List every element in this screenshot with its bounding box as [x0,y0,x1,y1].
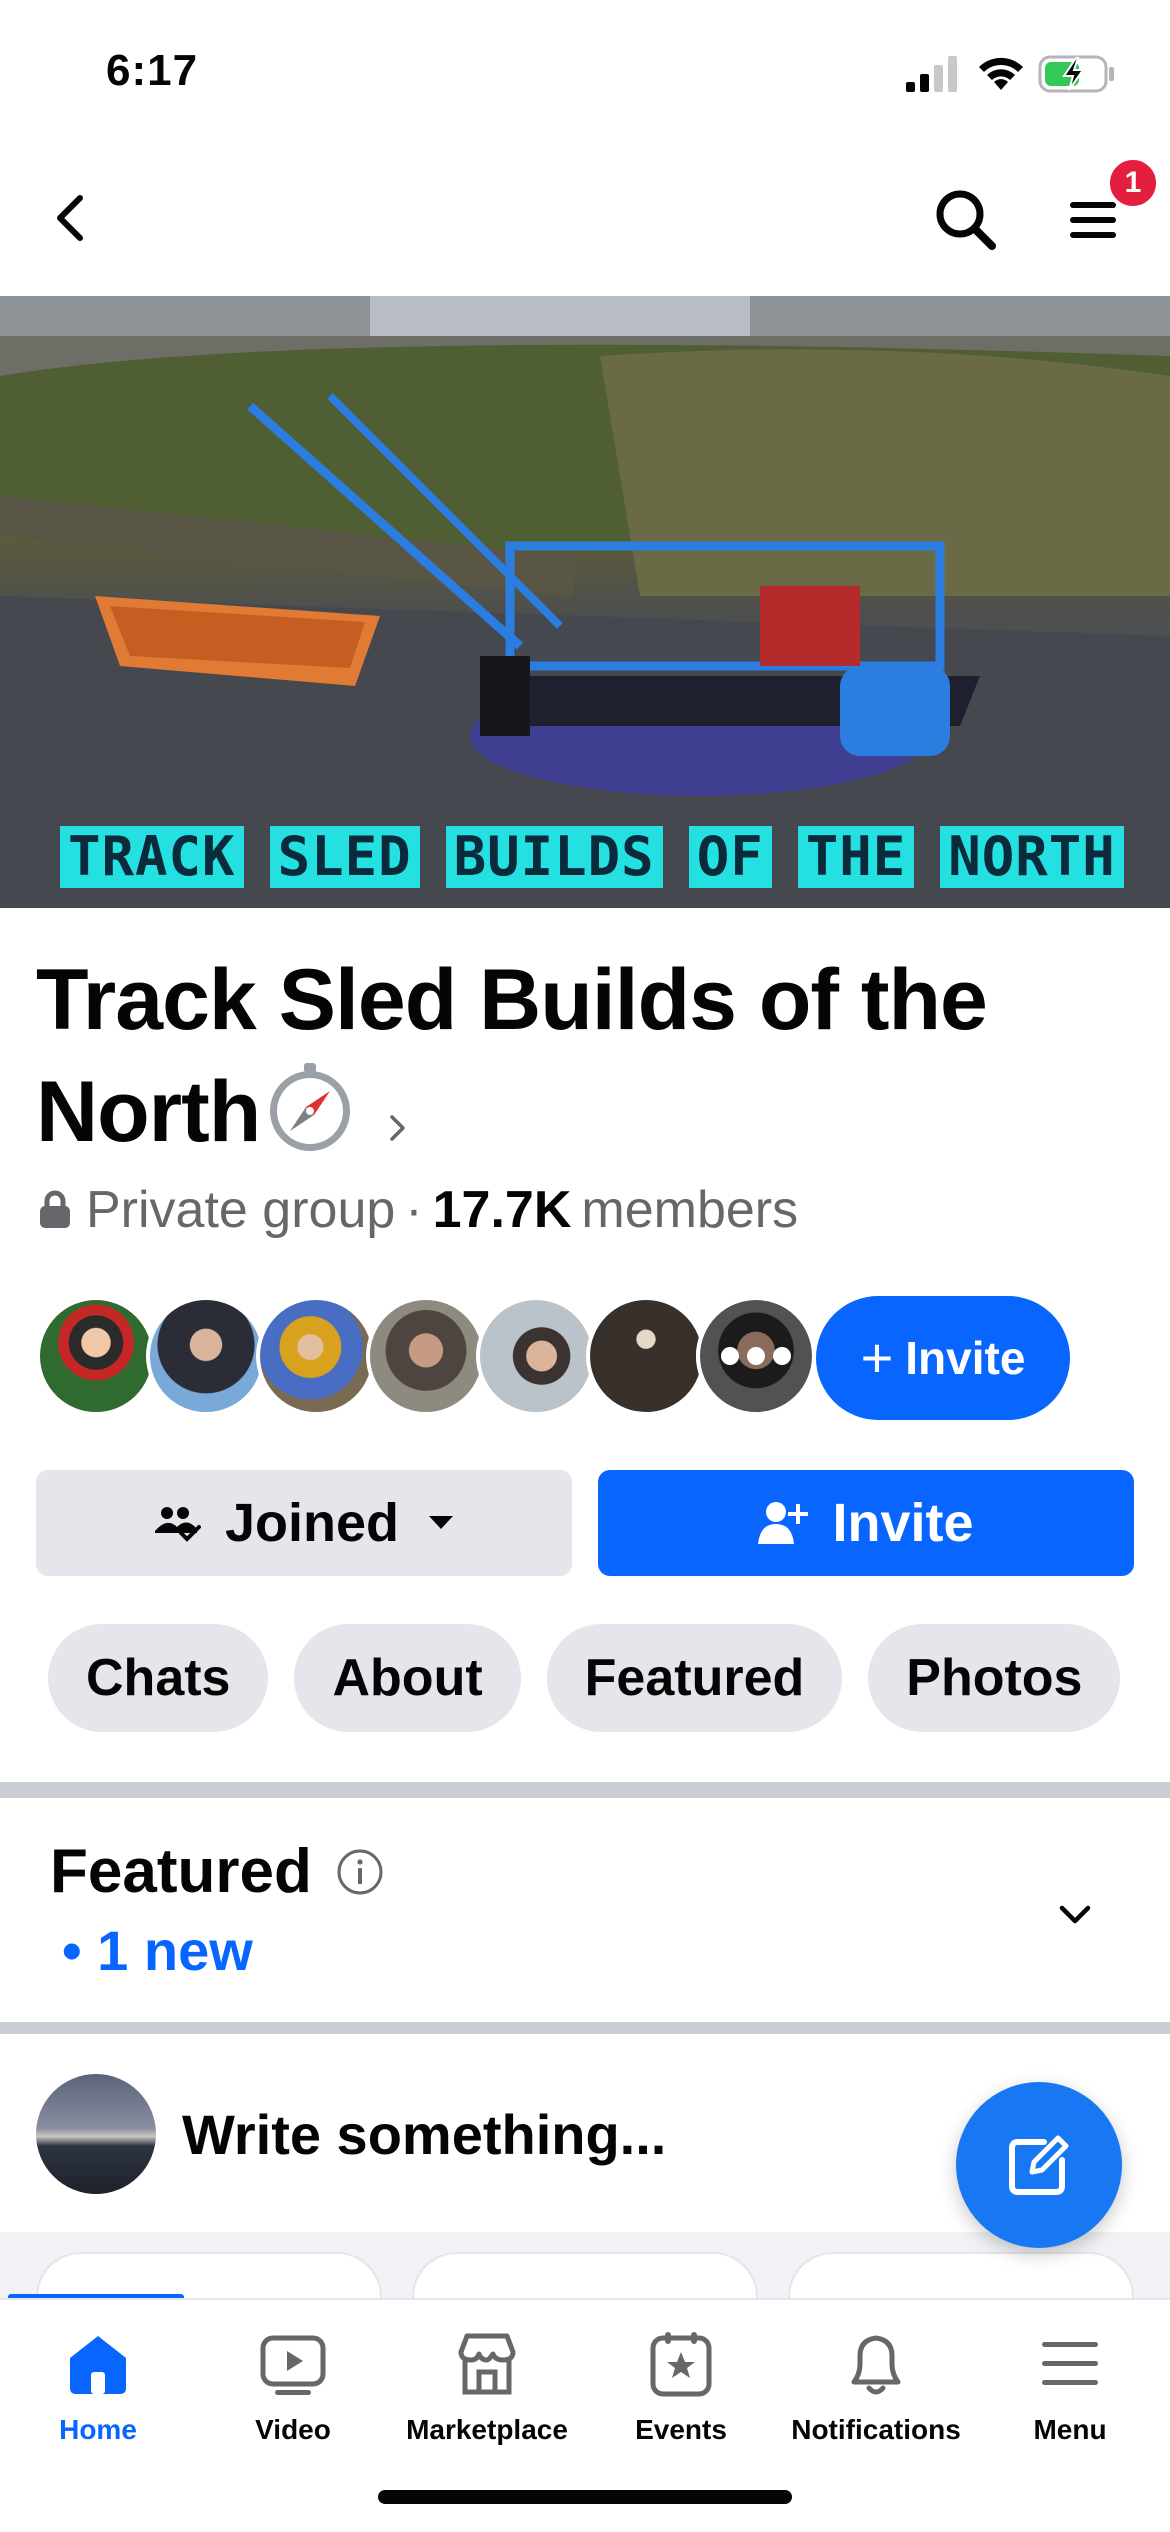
section-divider [0,1782,1170,1798]
add-person-icon [758,1502,809,1544]
cover-caption-word: TRACK [60,826,244,888]
invite-button[interactable]: Invite [598,1470,1134,1576]
plus-icon: + [860,1326,894,1389]
group-cover-photo[interactable]: TRACK SLED BUILDS OF THE NORTH [0,296,1170,908]
cover-scene-image [0,296,1170,908]
quick-action-pill[interactable] [36,2252,382,2298]
chevron-down-icon[interactable] [1054,1894,1096,1936]
bottom-tab-label: Marketplace [406,2414,568,2445]
cover-caption-word: THE [797,826,915,888]
member-count[interactable]: 17.7K [433,1180,572,1240]
group-tabs-scroller: Chats About Featured Photos [0,1610,1170,1750]
compose-post-button[interactable] [956,2082,1122,2248]
featured-title: Featured [50,1837,312,1906]
composer-input[interactable]: Write something... [182,2102,666,2167]
tab-about[interactable]: About [294,1624,521,1732]
member-avatar[interactable] [256,1296,376,1416]
home-icon [70,2336,126,2394]
battery-charging-icon [1038,55,1114,93]
member-avatar[interactable] [366,1296,486,1416]
edit-icon [1009,2135,1069,2195]
back-icon[interactable] [40,186,104,250]
status-time: 6:17 [106,46,199,95]
member-avatar[interactable] [36,1296,156,1416]
bottom-tab-label: Home [59,2414,137,2445]
tab-photos[interactable]: Photos [868,1624,1121,1732]
menu-icon [1042,2342,1098,2385]
composer-quick-actions [0,2232,1170,2298]
member-avatar[interactable] [586,1296,706,1416]
cover-caption: TRACK SLED BUILDS OF THE NORTH [60,826,1124,888]
status-bar: 6:17 [0,0,1170,150]
home-indicator[interactable] [378,2490,792,2504]
people-check-icon [154,1507,201,1542]
members-label[interactable]: members [581,1180,798,1240]
menu-notification-badge: 1 [1106,156,1160,210]
invite-members-pill-button[interactable]: + Invite [816,1296,1070,1420]
quick-action-pill[interactable] [412,2252,758,2298]
group-title-text: Track Sled Builds of the North [36,952,988,1160]
video-icon [260,2335,326,2395]
bottom-tab-menu[interactable]: Menu [972,2328,1168,2446]
bottom-tab-video[interactable]: Video [195,2328,391,2446]
group-title[interactable]: Track Sled Builds of the North [36,944,1146,1168]
member-avatar[interactable] [146,1296,266,1416]
section-divider [0,2022,1170,2034]
bottom-tab-home[interactable]: Home [0,2328,196,2446]
events-icon [650,2332,712,2397]
bottom-tab-label: Events [635,2414,727,2445]
more-members-icon[interactable] [696,1296,816,1416]
search-icon[interactable] [930,184,1000,254]
top-nav-bar [0,150,1170,296]
bottom-tab-label: Video [255,2414,331,2445]
invite-pill-label: Invite [905,1332,1026,1384]
group-tabs: Chats About Featured Photos [48,1624,1121,1732]
tab-featured[interactable]: Featured [546,1624,843,1732]
chevron-right-icon[interactable] [382,1113,412,1143]
group-privacy: Private group [86,1181,396,1239]
bottom-tab-label: Notifications [791,2414,961,2445]
group-meta: Private group · 17.7K members [38,1180,798,1240]
compass-icon [270,1063,351,1151]
info-icon[interactable] [336,1848,384,1896]
signal-icon [906,56,957,92]
cover-caption-word: OF [688,826,772,888]
marketplace-icon [458,2333,516,2395]
bottom-tab-events[interactable]: Events [583,2328,779,2446]
composer-avatar[interactable] [36,2074,156,2194]
meta-separator: · [405,1181,423,1239]
tab-chats[interactable]: Chats [48,1624,269,1732]
bell-icon [851,2335,901,2395]
joined-button[interactable]: Joined [36,1470,572,1576]
featured-new-count: • 1 new [62,1919,253,1982]
cover-caption-word: NORTH [940,826,1124,888]
joined-label: Joined [224,1493,400,1553]
lock-icon [40,1190,70,1228]
cover-caption-word: BUILDS [445,826,663,888]
quick-action-pill[interactable] [788,2252,1134,2298]
bottom-tab-label: Menu [1033,2414,1107,2445]
bottom-tab-notifications[interactable]: Notifications [778,2328,974,2446]
bottom-tab-marketplace[interactable]: Marketplace [389,2328,585,2446]
member-avatar[interactable] [476,1296,596,1416]
featured-section-header[interactable]: Featured [50,1836,384,1907]
caret-down-icon [429,1516,454,1529]
invite-label: Invite [832,1493,974,1553]
wifi-icon [979,57,1023,90]
cover-caption-word: SLED [269,826,420,888]
